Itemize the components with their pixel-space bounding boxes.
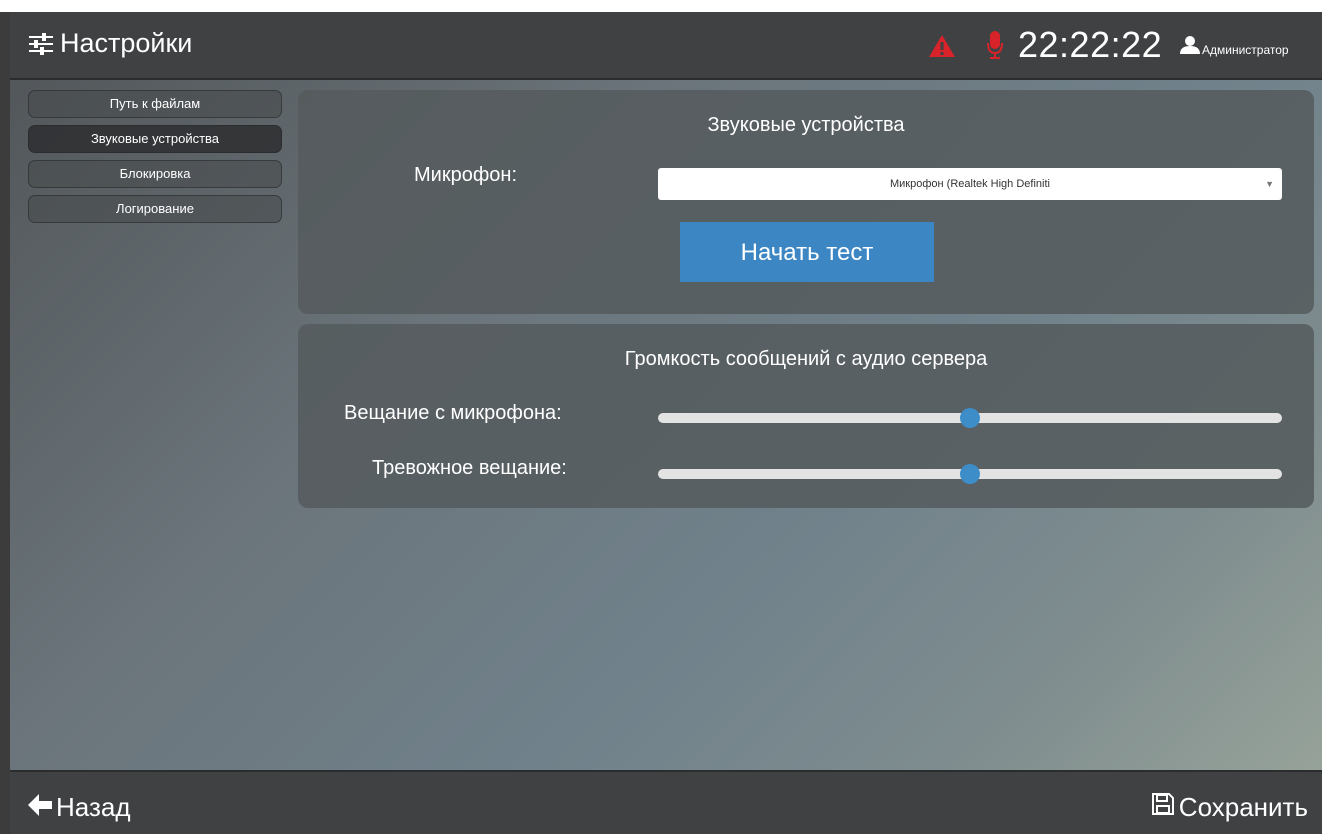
volume-panel: Громкость сообщений с аудио сервера Веща…: [298, 324, 1314, 508]
slider-handle[interactable]: [960, 464, 980, 484]
volume-title: Громкость сообщений с аудио сервера: [624, 348, 988, 370]
slider-handle[interactable]: [960, 408, 980, 428]
microphone-label: Микрофон:: [414, 164, 518, 186]
page-title: Настройки: [28, 28, 192, 59]
sidebar-item-logging[interactable]: Логирование: [28, 195, 282, 223]
alarm-broadcast-label: Тревожное вещание:: [372, 457, 567, 479]
user-name: Администратор: [1202, 43, 1289, 57]
mic-broadcast-slider[interactable]: [658, 408, 1282, 428]
user-icon: [1180, 36, 1200, 57]
user-menu[interactable]: Администратор: [1180, 36, 1289, 57]
microphone-icon[interactable]: [986, 30, 1004, 65]
start-test-button[interactable]: Начать тест: [680, 222, 934, 282]
save-label: Сохранить: [1178, 792, 1308, 822]
header-bar: Настройки 22:22:22 Администратор: [10, 12, 1322, 80]
microphone-select[interactable]: Микрофон (Realtek High Definiti ▼: [658, 168, 1282, 200]
clock: 22:22:22: [1018, 24, 1163, 65]
sidebar-item-sound-devices[interactable]: Звуковые устройства: [28, 125, 282, 153]
chevron-down-icon: ▼: [1265, 179, 1274, 189]
sidebar: Путь к файлам Звуковые устройства Блокир…: [28, 90, 282, 230]
back-label: Назад: [56, 792, 131, 822]
sound-devices-panel: Звуковые устройства Микрофон: Микрофон (…: [298, 90, 1314, 314]
microphone-select-value: Микрофон (Realtek High Definiti: [890, 178, 1050, 190]
back-button[interactable]: Назад: [28, 792, 131, 823]
settings-window: Настройки 22:22:22 Администратор Путь к …: [10, 12, 1322, 834]
mic-broadcast-label: Вещание с микрофона:: [344, 402, 562, 424]
arrow-left-icon: [28, 792, 52, 823]
footer-bar: Назад Сохранить: [10, 770, 1322, 834]
sound-devices-title: Звуковые устройства: [707, 114, 905, 136]
window-edge: [0, 12, 10, 834]
save-button[interactable]: Сохранить: [1151, 792, 1308, 823]
alert-icon[interactable]: [928, 34, 956, 63]
floppy-disk-icon: [1151, 792, 1175, 823]
alarm-broadcast-slider[interactable]: [658, 464, 1282, 484]
page-title-text: Настройки: [60, 28, 193, 58]
sidebar-item-blocking[interactable]: Блокировка: [28, 160, 282, 188]
sidebar-item-file-paths[interactable]: Путь к файлам: [28, 90, 282, 118]
sliders-icon: [28, 32, 54, 55]
